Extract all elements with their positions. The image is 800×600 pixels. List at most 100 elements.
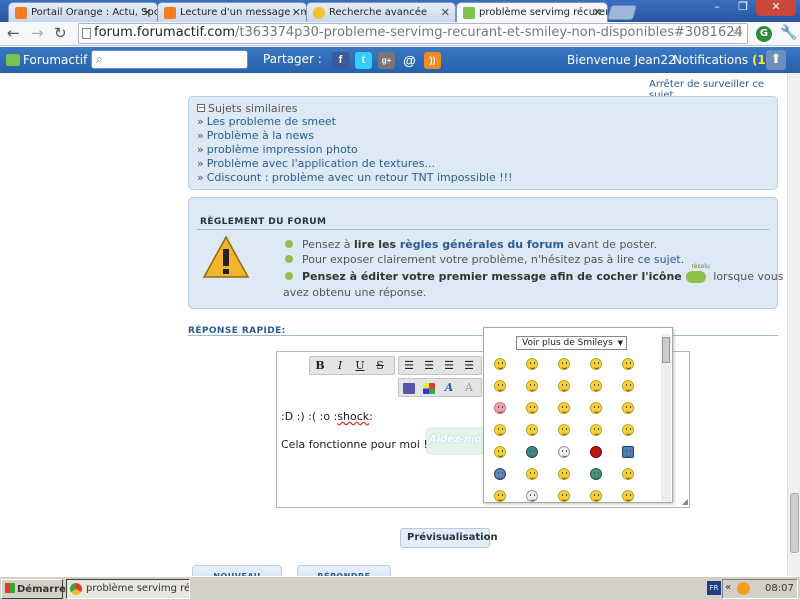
- smiley-icon[interactable]: [590, 446, 602, 458]
- language-indicator[interactable]: FR: [707, 581, 721, 595]
- maximize-icon[interactable]: ❐: [730, 0, 756, 16]
- email-share-icon[interactable]: @: [401, 52, 418, 69]
- smiley-icon[interactable]: [590, 358, 602, 370]
- google-plus-icon[interactable]: g+: [378, 52, 395, 69]
- browser-tab-orange-portal[interactable]: Portail Orange : Actu, Sport, ... ✕: [8, 2, 158, 22]
- smiley-icon[interactable]: [526, 446, 538, 458]
- close-tab-icon[interactable]: ✕: [143, 6, 152, 19]
- similar-topics-header[interactable]: − Sujets similaires: [197, 101, 769, 115]
- general-rules-link[interactable]: règles générales du forum: [400, 238, 564, 251]
- more-smileys-select[interactable]: Voir plus de Smileys ▼: [516, 336, 627, 350]
- smiley-icon[interactable]: [526, 402, 538, 414]
- this-topic-link[interactable]: ce sujet: [638, 253, 681, 266]
- wrench-menu-icon[interactable]: 🔧: [780, 25, 797, 41]
- forum-search-input[interactable]: ⌕: [91, 50, 248, 69]
- smiley-icon[interactable]: [590, 402, 602, 414]
- taskbar-chrome-window[interactable]: problème servimg ré...: [66, 579, 190, 599]
- bold-button[interactable]: B: [310, 357, 330, 374]
- color-icon[interactable]: [419, 379, 439, 396]
- notifications-link[interactable]: Notifications (1): [673, 53, 771, 67]
- smiley-icon[interactable]: [526, 358, 538, 370]
- smiley-icon[interactable]: [494, 468, 506, 480]
- smiley-icon[interactable]: [558, 402, 570, 414]
- scrollbar-thumb[interactable]: [790, 493, 799, 553]
- underline-button[interactable]: U: [350, 357, 370, 374]
- smiley-icon[interactable]: [494, 402, 506, 414]
- smiley-icon[interactable]: [494, 424, 506, 436]
- font-icon[interactable]: A: [439, 379, 459, 396]
- align-center-icon[interactable]: ☰: [419, 357, 439, 374]
- welcome-user[interactable]: Bienvenue Jean22: [567, 53, 676, 67]
- similar-topic-link[interactable]: » Problème avec l'application de textures…: [197, 157, 769, 171]
- smiley-icon[interactable]: [526, 468, 538, 480]
- smiley-icon[interactable]: [558, 424, 570, 436]
- browser-tab-advanced-search[interactable]: Recherche avancée ✕: [306, 2, 456, 22]
- tray-expand-icon[interactable]: «: [725, 582, 731, 593]
- similar-topic-link[interactable]: » problème impression photo: [197, 143, 769, 157]
- smiley-icon[interactable]: [622, 468, 634, 480]
- smiley-icon[interactable]: [526, 490, 538, 502]
- smiley-icon[interactable]: [590, 380, 602, 392]
- reload-icon[interactable]: ↻: [54, 25, 67, 42]
- preview-button[interactable]: Prévisualisation: [400, 528, 498, 548]
- rss-icon[interactable]: )): [424, 52, 441, 69]
- justify-icon[interactable]: ☰: [459, 357, 479, 374]
- forum-name-link[interactable]: Forumactif: [23, 53, 87, 67]
- tray-app-icon[interactable]: [737, 582, 750, 595]
- facebook-icon[interactable]: f: [332, 52, 349, 69]
- close-tab-icon[interactable]: ✕: [441, 6, 450, 19]
- share-label: Partager :: [263, 52, 322, 66]
- smiley-icon[interactable]: [590, 490, 602, 502]
- resize-handle-icon[interactable]: ◢: [682, 497, 688, 506]
- smiley-icon[interactable]: [558, 490, 570, 502]
- collapse-icon[interactable]: −: [197, 104, 205, 112]
- close-tab-icon[interactable]: ✕: [292, 6, 301, 19]
- close-tab-icon[interactable]: ✕: [593, 6, 602, 19]
- start-button[interactable]: Démarrer: [1, 579, 71, 599]
- smiley-icon[interactable]: [622, 446, 634, 458]
- picker-scrollbar[interactable]: [661, 334, 671, 502]
- smiley-icon[interactable]: [526, 380, 538, 392]
- address-bar[interactable]: forum.forumactif.com/t363374p30-probleme…: [78, 23, 748, 44]
- smiley-icon[interactable]: [494, 358, 506, 370]
- strikethrough-button[interactable]: S: [370, 357, 390, 374]
- minimize-icon[interactable]: –: [704, 0, 730, 16]
- smiley-icon[interactable]: [590, 424, 602, 436]
- reply-button[interactable]: RÉPONDRE: [297, 565, 391, 576]
- forumactif-logo-icon[interactable]: [6, 54, 20, 66]
- bookmark-star-icon[interactable]: ☆: [730, 25, 743, 41]
- align-right-icon[interactable]: ☰: [439, 357, 459, 374]
- remove-format-icon[interactable]: A: [459, 379, 479, 396]
- smiley-icon[interactable]: [558, 358, 570, 370]
- smiley-icon[interactable]: [494, 380, 506, 392]
- scroll-top-arrow-icon[interactable]: ⬆: [766, 50, 786, 70]
- smiley-icon[interactable]: [590, 468, 602, 480]
- smiley-icon[interactable]: [622, 424, 634, 436]
- extension-icon[interactable]: G: [756, 26, 772, 42]
- forward-arrow-icon[interactable]: →: [31, 25, 44, 42]
- similar-topic-link[interactable]: » Les probleme de smeet: [197, 115, 769, 129]
- similar-topic-link[interactable]: » Problème à la news: [197, 129, 769, 143]
- similar-topic-link[interactable]: » Cdiscount : problème avec un retour TNT…: [197, 171, 769, 185]
- smiley-icon[interactable]: [494, 446, 506, 458]
- smiley-icon[interactable]: [622, 380, 634, 392]
- italic-button[interactable]: I: [330, 357, 350, 374]
- browser-tab-active-topic[interactable]: problème servimg récurent e... ✕: [456, 2, 608, 23]
- smiley-icon[interactable]: [622, 490, 634, 502]
- new-topic-button[interactable]: NOUVEAU: [192, 565, 282, 576]
- smiley-icon[interactable]: [622, 402, 634, 414]
- new-tab-button[interactable]: [606, 5, 638, 20]
- close-window-icon[interactable]: ✕: [756, 0, 796, 16]
- back-arrow-icon[interactable]: ←: [7, 25, 20, 42]
- smiley-icon[interactable]: [558, 446, 570, 458]
- smiley-icon[interactable]: [558, 380, 570, 392]
- smiley-icon[interactable]: [558, 468, 570, 480]
- browser-tab-mail[interactable]: Lecture d'un message - mail ... ✕: [157, 2, 307, 22]
- smiley-icon[interactable]: [526, 424, 538, 436]
- align-left-icon[interactable]: ☰: [399, 357, 419, 374]
- page-scrollbar[interactable]: [787, 73, 800, 576]
- font-size-icon[interactable]: [399, 379, 419, 396]
- smiley-icon[interactable]: [622, 358, 634, 370]
- smiley-icon[interactable]: [494, 490, 506, 502]
- twitter-icon[interactable]: t: [355, 52, 372, 69]
